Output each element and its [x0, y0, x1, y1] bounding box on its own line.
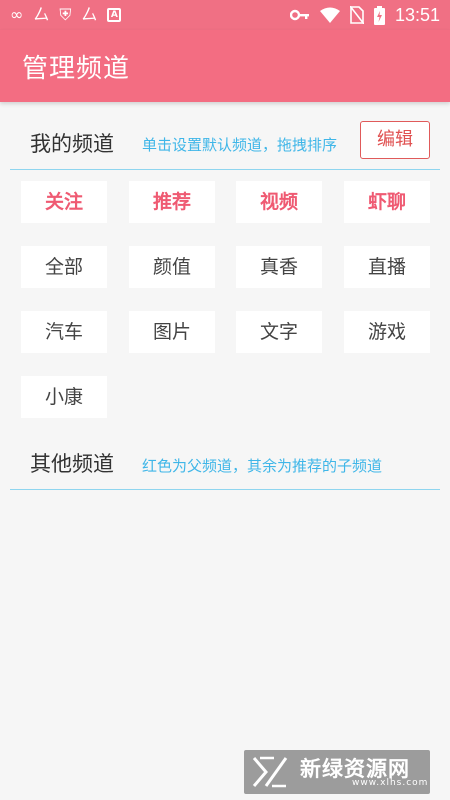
edit-button[interactable]: 编辑	[360, 121, 430, 159]
battery-charging-icon	[373, 5, 385, 25]
infinity-icon: ∞	[10, 5, 24, 24]
channel-tile[interactable]: 推荐	[129, 181, 215, 223]
my-channels-divider	[10, 169, 440, 170]
other-channels-hint: 红色为父频道，其余为推荐的子频道	[142, 457, 383, 475]
status-time: 13:51	[394, 5, 440, 25]
shield-icon: ⛨	[59, 5, 72, 24]
other-channels-divider	[10, 489, 440, 490]
no-sim-icon	[349, 6, 364, 24]
channel-tile[interactable]: 直播	[344, 246, 430, 288]
status-bar-system: 13:51	[289, 4, 440, 26]
other-channels-title: 其他频道	[30, 452, 114, 476]
channel-tile[interactable]: 真香	[236, 246, 322, 288]
channel-tile[interactable]: 颜值	[129, 246, 215, 288]
channel-tile[interactable]: 关注	[21, 181, 107, 223]
status-bar-notifications: ∞ 厶 ⛨ 厶 A	[10, 5, 122, 25]
status-bar: ∞ 厶 ⛨ 厶 A 13:51	[0, 0, 450, 30]
channel-tile[interactable]: 虾聊	[344, 181, 430, 223]
channel-tile[interactable]: 文字	[236, 311, 322, 353]
a-icon: A	[107, 8, 122, 22]
watermark: 新绿资源网 www.xlhs.com	[244, 750, 430, 794]
my-channels-hint: 单击设置默认频道，拖拽排序	[142, 136, 338, 154]
channel-tile[interactable]: 游戏	[344, 311, 430, 353]
channel-tile[interactable]: 全部	[21, 246, 107, 288]
watermark-url: www.xlhs.com	[352, 778, 429, 788]
channel-tile[interactable]: 汽车	[21, 311, 107, 353]
app-icon: 厶	[81, 5, 98, 24]
my-channels-title: 我的频道	[30, 132, 114, 156]
app-icon: 厶	[33, 5, 50, 24]
key-icon	[289, 9, 309, 21]
channel-tile[interactable]: 图片	[129, 311, 215, 353]
watermark-logo-icon	[252, 756, 288, 788]
channel-tile[interactable]: 小康	[21, 376, 107, 418]
channel-tile[interactable]: 视频	[236, 181, 322, 223]
page-title: 管理频道	[22, 54, 131, 84]
wifi-icon	[319, 7, 340, 23]
app-bar: 管理频道	[0, 30, 450, 102]
